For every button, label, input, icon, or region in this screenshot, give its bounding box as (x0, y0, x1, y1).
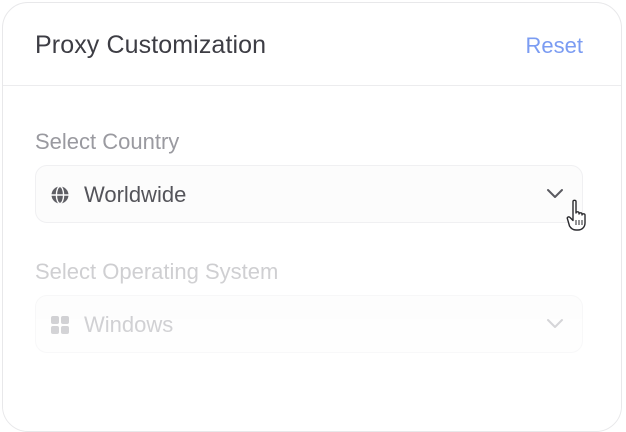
reset-button[interactable]: Reset (526, 33, 583, 59)
chevron-down-icon (547, 189, 563, 198)
windows-icon (51, 316, 69, 334)
country-select[interactable]: Worldwide (35, 165, 583, 223)
os-select-value: Windows (84, 312, 174, 337)
globe-icon (51, 185, 69, 205)
os-select[interactable]: Windows (35, 295, 583, 353)
card-header: Proxy Customization Reset (3, 3, 621, 86)
card-title: Proxy Customization (35, 31, 267, 59)
proxy-customization-card: Proxy Customization Reset Select Country… (2, 2, 622, 432)
country-label: Select Country (35, 129, 180, 154)
chevron-down-icon (547, 319, 563, 328)
country-select-value: Worldwide (84, 182, 187, 207)
os-label: Select Operating System (35, 259, 279, 284)
